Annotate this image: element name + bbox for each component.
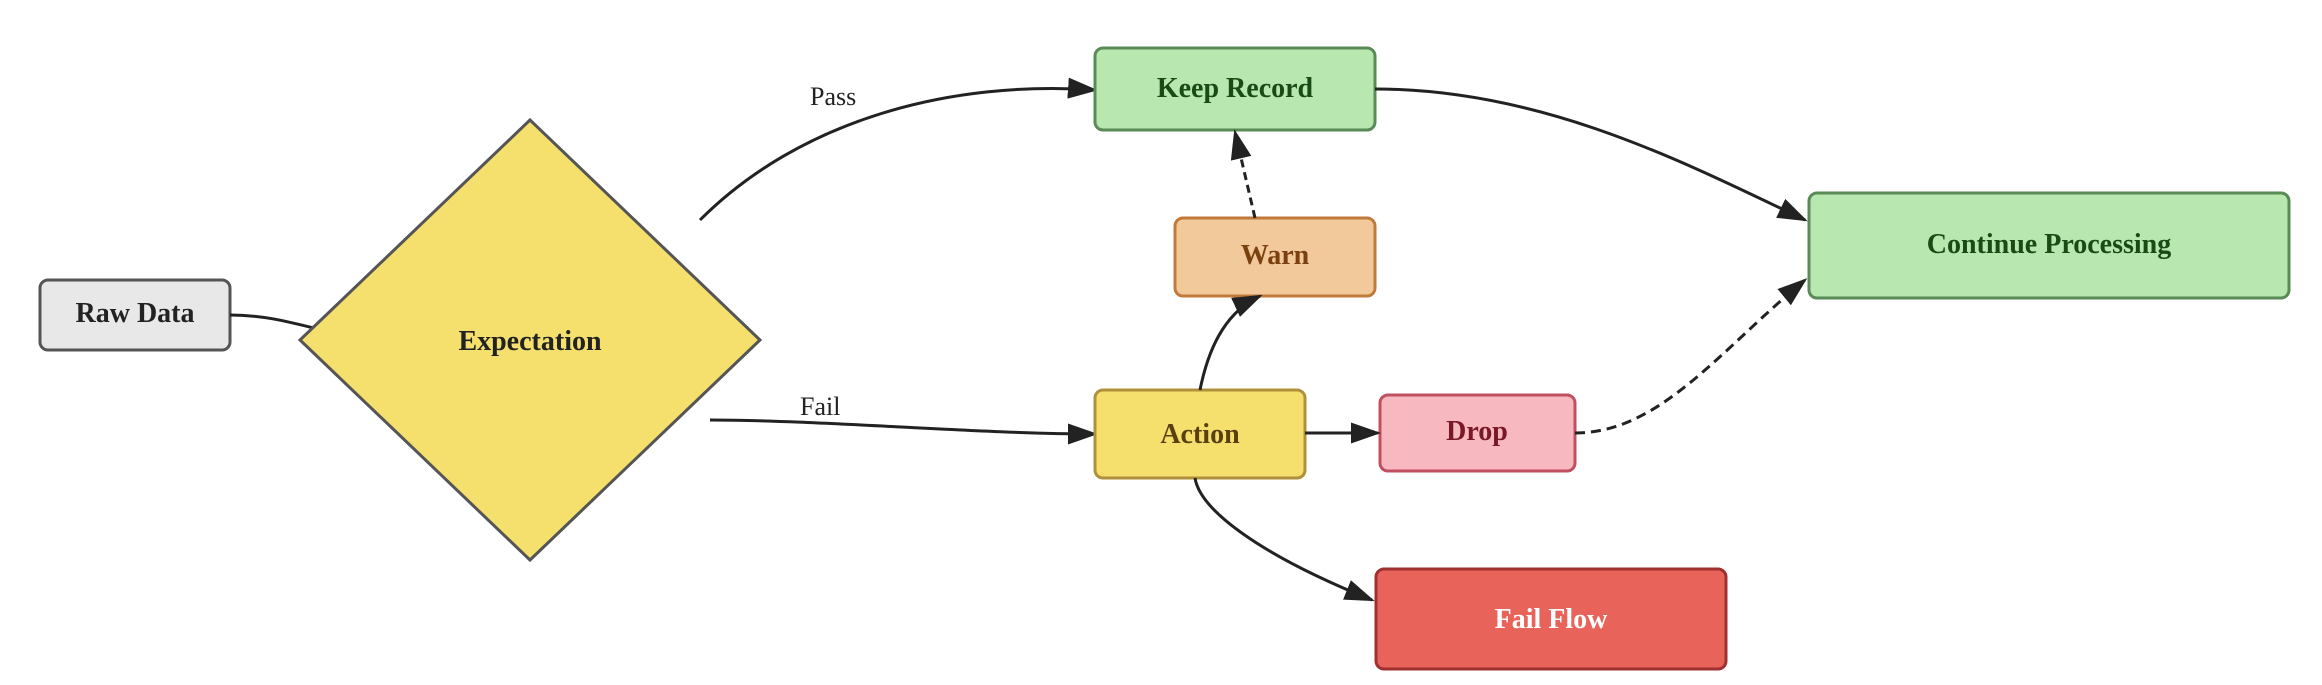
fail-edge (710, 420, 1095, 434)
raw-data-node: Raw Data (40, 280, 230, 350)
keep-record-label: Keep Record (1157, 73, 1314, 104)
expectation-node: Expectation (300, 120, 760, 560)
fail-label: Fail (800, 392, 840, 421)
pass-label: Pass (810, 82, 856, 111)
drop-node: Drop (1380, 395, 1575, 471)
drop-to-continue-edge (1575, 280, 1805, 433)
warn-to-keep-edge (1235, 132, 1255, 218)
action-node: Action (1095, 390, 1305, 478)
action-to-warn-edge (1200, 296, 1260, 390)
pass-edge (700, 89, 1095, 220)
fail-flow-node: Fail Flow (1376, 569, 1726, 669)
action-label: Action (1160, 419, 1240, 450)
warn-node: Warn (1175, 218, 1375, 296)
drop-label: Drop (1446, 416, 1508, 447)
keep-record-node: Keep Record (1095, 48, 1375, 130)
action-to-failflow-edge (1195, 478, 1372, 600)
fail-flow-label: Fail Flow (1495, 604, 1609, 635)
raw-data-label: Raw Data (76, 298, 195, 329)
continue-processing-label: Continue Processing (1927, 229, 2172, 260)
expectation-label: Expectation (458, 326, 602, 357)
keep-to-continue-edge (1375, 89, 1805, 220)
warn-label: Warn (1241, 240, 1310, 271)
continue-processing-node: Continue Processing (1809, 193, 2289, 298)
